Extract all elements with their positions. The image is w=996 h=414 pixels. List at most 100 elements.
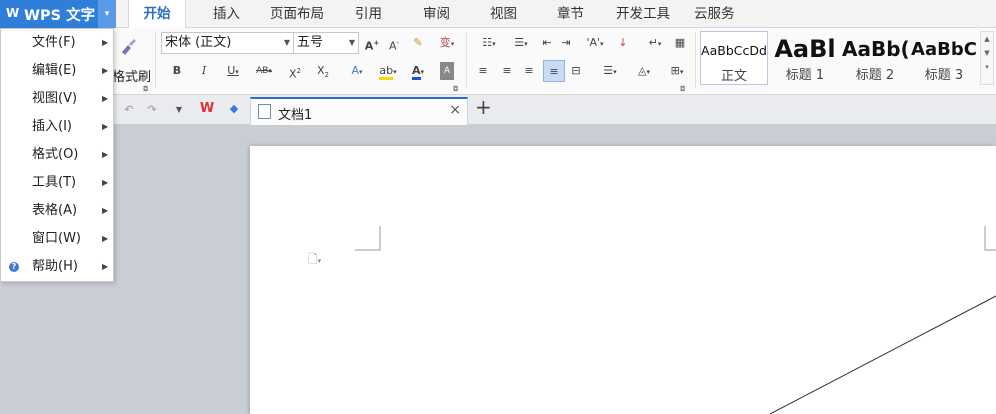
chevron-down-icon: ▼ — [283, 38, 290, 47]
app-title: WPS 文字 — [24, 8, 96, 24]
char-shading-icon[interactable]: A — [440, 62, 454, 80]
italic-icon[interactable]: I — [197, 62, 211, 80]
font-color-icon[interactable]: A▾ — [405, 62, 431, 80]
menu-item-file[interactable]: 文件(F) ▶ — [1, 29, 113, 57]
table-grid-icon[interactable]: ▦ — [672, 34, 688, 52]
sort-icon[interactable]: ↓ — [615, 34, 631, 52]
strikethrough-icon[interactable]: AB▾ — [252, 62, 276, 80]
more-styles-icon[interactable]: ▾ — [981, 63, 993, 71]
tab-cloud-service[interactable]: 云服务 — [694, 0, 735, 28]
menu-item-view[interactable]: 视图(V) ▶ — [1, 85, 113, 113]
borders-icon[interactable]: ⊞▾ — [663, 62, 691, 80]
underline-icon[interactable]: U▾ — [222, 62, 244, 80]
app-dropdown-menu: 文件(F) ▶ 编辑(E) ▶ 视图(V) ▶ 插入(I) ▶ 格式(O) ▶ … — [0, 28, 114, 282]
wps-logo-icon: W — [6, 6, 20, 20]
align-center-icon[interactable]: ≡ — [500, 62, 514, 80]
justify-icon[interactable]: ≡ — [543, 60, 565, 82]
margin-corner-right — [984, 226, 996, 251]
paragraph-mark-icon[interactable]: ↵▾ — [642, 34, 668, 52]
decrease-indent-icon[interactable]: ⇤ — [540, 34, 554, 52]
divider — [695, 32, 696, 88]
style-normal[interactable]: AaBbCcDd 正文 — [700, 31, 768, 85]
distributed-align-icon[interactable]: ⊟ — [569, 62, 583, 80]
chevron-up-icon[interactable]: ▲ — [981, 35, 993, 43]
align-left-icon[interactable]: ≡ — [476, 62, 490, 80]
tab-chapter[interactable]: 章节 — [557, 0, 584, 28]
chevron-right-icon: ▶ — [102, 206, 109, 215]
menu-item-label: 工具(T) — [32, 175, 77, 190]
font-name-value: 宋体 (正文) — [165, 35, 232, 50]
line-spacing-icon[interactable]: ☰▾ — [596, 62, 624, 80]
tab-page-layout[interactable]: 页面布局 — [270, 0, 324, 28]
paste-options-icon[interactable]: 🗋▾ — [308, 250, 321, 271]
menu-item-window[interactable]: 窗口(W) ▶ — [1, 225, 113, 253]
font-size-select[interactable]: 五号 ▼ — [293, 32, 359, 54]
menu-item-label: 编辑(E) — [32, 63, 77, 78]
chevron-down-icon[interactable]: ▼ — [981, 49, 993, 57]
align-right-icon[interactable]: ≡ — [522, 62, 536, 80]
numbered-list-icon[interactable]: ☰▾ — [506, 34, 536, 52]
style-sample: AaBb( — [842, 37, 908, 61]
chevron-right-icon: ▶ — [102, 234, 109, 243]
cloud-doc-icon[interactable]: ◆ — [226, 100, 242, 118]
customize-toolbar-icon[interactable]: ▼ — [172, 101, 186, 119]
menu-item-label: 文件(F) — [32, 35, 76, 50]
menu-item-insert[interactable]: 插入(I) ▶ — [1, 113, 113, 141]
style-heading-3[interactable]: AaBbC 标题 3 — [910, 31, 978, 85]
menu-item-edit[interactable]: 编辑(E) ▶ — [1, 57, 113, 85]
clipboard-launcher-icon[interactable]: ◘ — [143, 85, 149, 93]
undo-icon[interactable]: ↶ — [122, 101, 136, 119]
tab-references[interactable]: 引用 — [355, 0, 382, 28]
divider — [466, 32, 467, 88]
styles-scrollbar[interactable]: ▲ ▼ ▾ — [980, 31, 994, 85]
shrink-font-icon[interactable]: A- — [386, 34, 402, 53]
text-effect-icon[interactable]: A▾ — [344, 62, 370, 80]
chevron-right-icon: ▶ — [102, 122, 109, 131]
menu-item-format[interactable]: 格式(O) ▶ — [1, 141, 113, 169]
text-case-icon[interactable]: 'A'▾ — [582, 34, 608, 52]
tab-developer[interactable]: 开发工具 — [616, 0, 670, 28]
document-page[interactable]: 🗋▾ — [250, 146, 996, 414]
tab-insert[interactable]: 插入 — [213, 0, 240, 28]
menu-item-tools[interactable]: 工具(T) ▶ — [1, 169, 113, 197]
new-tab-button[interactable]: + — [475, 97, 492, 117]
font-launcher-icon[interactable]: ◘ — [453, 85, 459, 93]
quick-access-bar: ↶ ↷ ▼ W ◆ + — [0, 95, 996, 125]
format-painter-label: 格式刷 — [112, 70, 152, 85]
tab-view[interactable]: 视图 — [490, 0, 517, 28]
paragraph-launcher-icon[interactable]: ◘ — [680, 85, 686, 93]
subscript-icon[interactable]: X2 — [315, 62, 331, 80]
app-menu-button[interactable]: W WPS 文字 ▾ — [0, 0, 116, 28]
superscript-icon[interactable]: X2 — [287, 62, 303, 81]
font-name-select[interactable]: 宋体 (正文) ▼ — [161, 32, 294, 54]
document-tab[interactable]: 文档1 × — [250, 97, 468, 125]
bold-icon[interactable]: B — [170, 62, 184, 80]
menu-item-help[interactable]: ? 帮助(H) ▶ — [1, 253, 113, 281]
menu-item-table[interactable]: 表格(A) ▶ — [1, 197, 113, 225]
increase-indent-icon[interactable]: ⇥ — [559, 34, 573, 52]
grow-font-icon[interactable]: A+ — [364, 34, 380, 53]
document-tab-name: 文档1 — [278, 108, 313, 123]
style-heading-1[interactable]: AaBl 标题 1 — [772, 31, 838, 85]
format-painter-button[interactable] — [118, 36, 138, 59]
style-name: 正文 — [720, 69, 747, 84]
highlight-icon[interactable]: ab▾ — [374, 62, 402, 80]
shading-icon[interactable]: ◬▾ — [630, 62, 658, 80]
close-icon[interactable]: × — [449, 102, 461, 118]
clear-format-icon[interactable]: ✎ — [410, 34, 426, 52]
style-sample: AaBl — [774, 35, 836, 63]
pinyin-guide-icon[interactable]: 变▾ — [434, 34, 460, 52]
style-heading-2[interactable]: AaBb( 标题 2 — [842, 31, 908, 85]
tab-review[interactable]: 审阅 — [423, 0, 450, 28]
wps-logo-icon[interactable]: W — [196, 100, 218, 118]
tab-home[interactable]: 开始 — [128, 0, 186, 29]
bullet-list-icon[interactable]: ☷▾ — [474, 34, 504, 52]
menu-item-label: 窗口(W) — [32, 231, 81, 246]
redo-icon[interactable]: ↷ — [145, 101, 159, 119]
chevron-down-icon: ▼ — [348, 38, 355, 47]
margin-corner-left — [355, 226, 381, 251]
document-icon — [258, 104, 271, 119]
ribbon-home: 格式刷 ◘ 宋体 (正文) ▼ 五号 ▼ A+ A- ✎ 变▾ B I U▾ A… — [0, 28, 996, 95]
chevron-down-icon[interactable]: ▾ — [98, 0, 116, 28]
menu-item-label: 帮助(H) — [32, 259, 78, 274]
